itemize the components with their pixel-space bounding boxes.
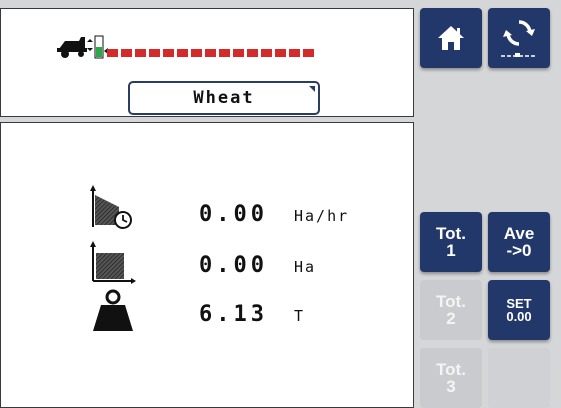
level-segment: [275, 49, 286, 57]
tot2-label: Tot.: [436, 292, 466, 311]
level-segment: [107, 49, 118, 57]
crop-selector[interactable]: Wheat: [128, 81, 320, 115]
level-segment: [289, 49, 300, 57]
tot3-button[interactable]: Tot. 3: [420, 348, 482, 408]
cycle-button[interactable]: [488, 8, 550, 68]
set-value: 0.00: [506, 309, 532, 324]
level-bar: [107, 49, 314, 57]
dropdown-corner-icon: [309, 86, 315, 92]
level-segment: [233, 49, 244, 57]
level-segment: [135, 49, 146, 57]
crop-panel: Wheat: [0, 8, 414, 117]
tot1-number: 1: [446, 241, 456, 260]
set-button[interactable]: SET 0.00: [488, 280, 550, 340]
area-rate-timer-icon: [90, 185, 132, 229]
weight-unit: T: [294, 307, 306, 325]
average-reset-button[interactable]: Ave ->0: [488, 212, 550, 272]
metrics-panel: 0.00 Ha/hr 0.00 Ha 6.13 T: [0, 122, 414, 408]
ave-label: Ave: [503, 224, 535, 243]
cycle-icon: [501, 20, 537, 57]
level-segment: [149, 49, 160, 57]
rate-value: 0.00: [199, 202, 268, 227]
area-value: 0.00: [199, 253, 268, 278]
crop-value: Wheat: [193, 88, 255, 108]
home-button[interactable]: [420, 8, 482, 68]
level-segment: [177, 49, 188, 57]
rate-unit: Ha/hr: [294, 207, 350, 225]
level-segment: [303, 49, 314, 57]
weight-value: 6.13: [199, 302, 268, 327]
tot3-number: 3: [446, 377, 456, 396]
level-segment: [247, 49, 258, 57]
level-segment: [191, 49, 202, 57]
area-unit: Ha: [294, 258, 317, 276]
home-icon: [438, 26, 464, 50]
tot3-label: Tot.: [436, 360, 466, 379]
empty-button-slot: [488, 348, 550, 408]
bin-level-gauge-icon: [94, 35, 108, 59]
combine-harvester-icon: [57, 37, 93, 58]
tot2-button[interactable]: Tot. 2: [420, 280, 482, 340]
weight-icon: [93, 289, 133, 331]
level-segment: [261, 49, 272, 57]
level-segment: [205, 49, 216, 57]
level-segment: [121, 49, 132, 57]
tot1-button[interactable]: Tot. 1: [420, 212, 482, 272]
level-segment: [163, 49, 174, 57]
tot1-label: Tot.: [436, 224, 466, 243]
ave-reset-label: ->0: [506, 241, 532, 260]
tot2-number: 2: [446, 309, 456, 328]
area-icon: [90, 241, 136, 284]
level-segment: [219, 49, 230, 57]
